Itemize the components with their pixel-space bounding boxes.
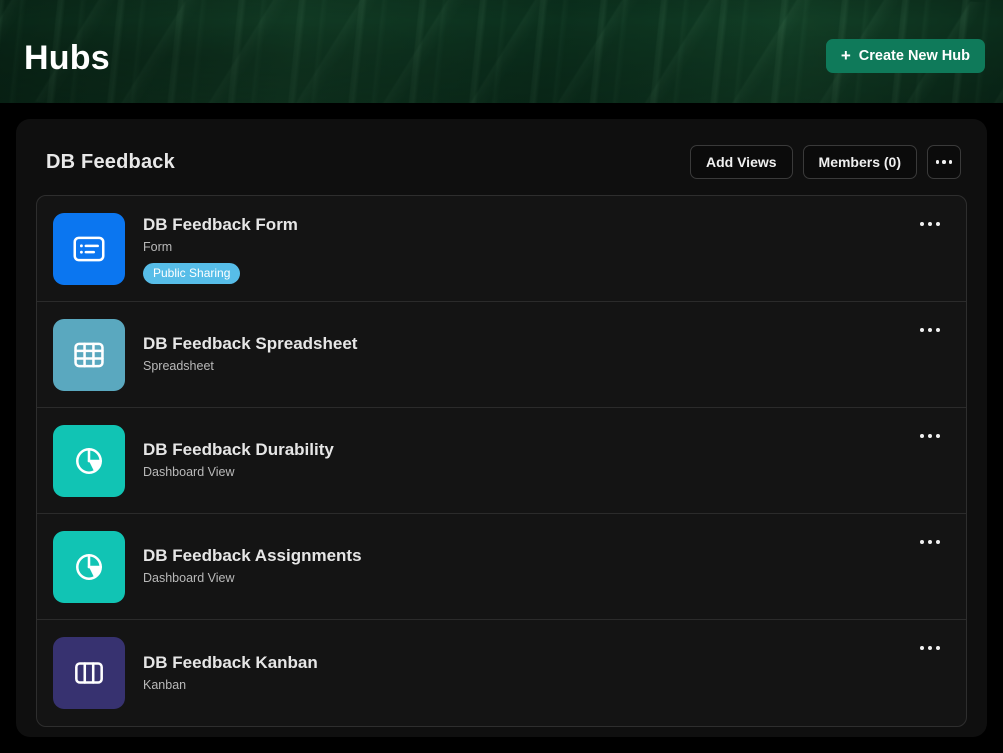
ellipsis-icon-dot bbox=[928, 328, 932, 332]
view-name: DB Feedback Assignments bbox=[143, 546, 362, 565]
pie-chart-icon bbox=[53, 424, 125, 497]
list-item[interactable]: DB Feedback Assignments Dashboard View bbox=[37, 514, 966, 620]
page-body: DB Feedback Add Views Members (0) DB Fee… bbox=[0, 103, 1003, 753]
ellipsis-icon-dot bbox=[920, 646, 924, 650]
row-overflow-menu-button[interactable] bbox=[914, 320, 946, 340]
ellipsis-icon-dot bbox=[928, 540, 932, 544]
plus-icon: + bbox=[840, 46, 851, 65]
page-title: Hubs bbox=[24, 39, 110, 77]
ellipsis-icon-dot bbox=[936, 434, 940, 438]
hub-title: DB Feedback bbox=[46, 150, 175, 173]
list-item-meta: DB Feedback Form Form Public Sharing bbox=[143, 214, 896, 284]
members-button[interactable]: Members (0) bbox=[802, 145, 917, 179]
view-name: DB Feedback Kanban bbox=[143, 652, 318, 672]
hub-card: DB Feedback Add Views Members (0) DB Fee… bbox=[16, 119, 987, 737]
list-item-meta: DB Feedback Spreadsheet Spreadsheet bbox=[143, 333, 896, 376]
status-badge: Public Sharing bbox=[143, 262, 241, 284]
list-item[interactable]: DB Feedback Kanban Kanban bbox=[37, 620, 966, 726]
ellipsis-icon-dot bbox=[928, 222, 932, 226]
view-type: Dashboard View bbox=[143, 571, 235, 585]
view-name: DB Feedback Form bbox=[143, 214, 298, 234]
row-overflow-menu-button[interactable] bbox=[914, 426, 946, 446]
list-item-meta: DB Feedback Durability Dashboard View bbox=[143, 439, 896, 482]
ellipsis-icon-dot bbox=[920, 540, 924, 544]
ellipsis-icon-dot bbox=[920, 434, 924, 438]
ellipsis-icon-dot bbox=[942, 160, 946, 164]
form-icon bbox=[53, 212, 125, 285]
add-views-button[interactable]: Add Views bbox=[689, 145, 793, 179]
row-overflow-menu-button[interactable] bbox=[914, 532, 946, 552]
ellipsis-icon-dot bbox=[936, 646, 940, 650]
page-banner: Hubs + Create New Hub bbox=[0, 0, 1003, 103]
row-overflow-menu-button[interactable] bbox=[914, 638, 946, 658]
ellipsis-icon-dot bbox=[935, 160, 940, 164]
list-item[interactable]: DB Feedback Spreadsheet Spreadsheet bbox=[37, 302, 966, 408]
ellipsis-icon-dot bbox=[936, 222, 940, 226]
row-overflow-menu-button[interactable] bbox=[914, 214, 946, 234]
hub-card-header: DB Feedback Add Views Members (0) bbox=[36, 137, 967, 195]
view-type: Spreadsheet bbox=[143, 359, 214, 373]
pie-chart-icon bbox=[53, 530, 125, 603]
create-new-hub-label: Create New Hub bbox=[858, 48, 970, 64]
ellipsis-icon-dot bbox=[948, 160, 953, 164]
view-type: Dashboard View bbox=[143, 465, 235, 479]
ellipsis-icon-dot bbox=[920, 328, 924, 332]
ellipsis-icon-dot bbox=[928, 646, 932, 650]
hub-actions: Add Views Members (0) bbox=[689, 145, 961, 179]
list-item[interactable]: DB Feedback Durability Dashboard View bbox=[37, 408, 966, 514]
view-name: DB Feedback Spreadsheet bbox=[143, 334, 358, 353]
hub-view-list: DB Feedback Form Form Public Sharing DB … bbox=[36, 195, 967, 727]
ellipsis-icon-dot bbox=[920, 222, 924, 226]
ellipsis-icon-dot bbox=[936, 540, 940, 544]
spreadsheet-grid-icon bbox=[53, 318, 125, 391]
ellipsis-icon-dot bbox=[928, 434, 932, 438]
ellipsis-icon-dot bbox=[936, 328, 940, 332]
list-item-meta: DB Feedback Kanban Kanban bbox=[143, 652, 896, 695]
hub-overflow-menu-button[interactable] bbox=[927, 145, 961, 179]
kanban-columns-icon bbox=[53, 637, 125, 709]
view-type: Form bbox=[143, 239, 173, 254]
list-item-meta: DB Feedback Assignments Dashboard View bbox=[143, 545, 896, 588]
view-name: DB Feedback Durability bbox=[143, 440, 334, 459]
create-new-hub-button[interactable]: + Create New Hub bbox=[825, 39, 985, 73]
list-item[interactable]: DB Feedback Form Form Public Sharing bbox=[37, 196, 966, 302]
view-type: Kanban bbox=[143, 677, 187, 692]
